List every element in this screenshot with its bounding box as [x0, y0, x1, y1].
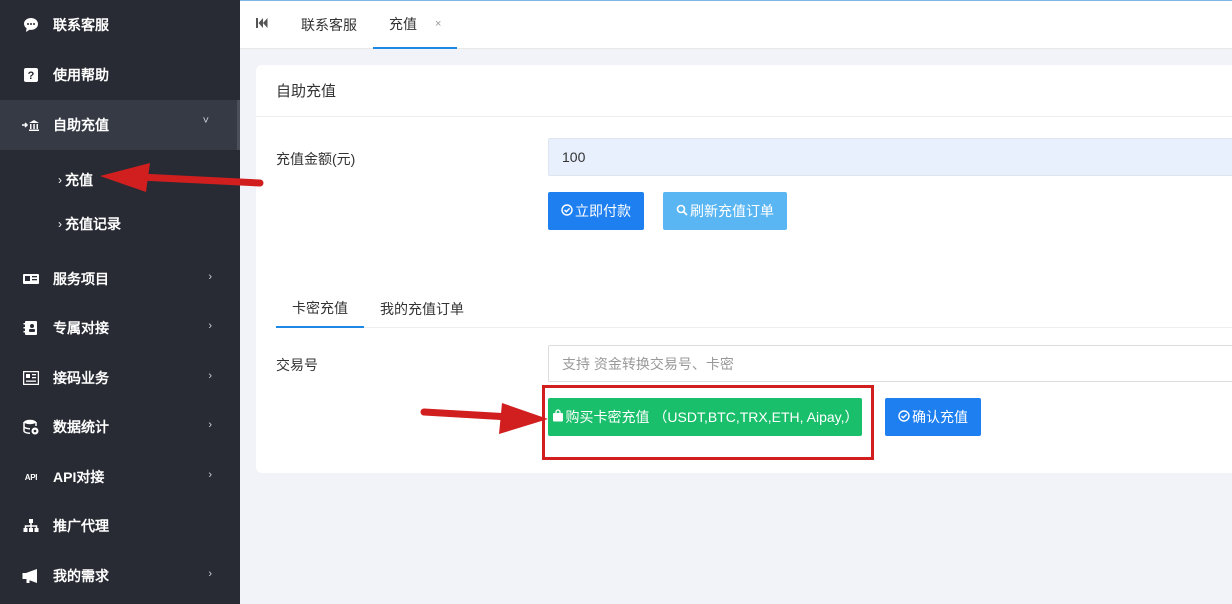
tab-card-recharge[interactable]: 卡密充值	[276, 289, 364, 328]
pay-now-label: 立即付款	[575, 203, 631, 219]
sidebar-item-customer-service[interactable]: 联系客服	[0, 0, 240, 50]
sidebar-item-label: 数据统计	[53, 419, 109, 435]
annotation-highlight-box	[542, 385, 874, 460]
bank-transfer-icon	[22, 116, 40, 134]
check-circle-icon	[898, 409, 910, 425]
sidebar-item-help[interactable]: ? 使用帮助	[0, 50, 240, 100]
sidebar-item-label: 使用帮助	[53, 67, 109, 83]
amount-input[interactable]	[548, 138, 1232, 176]
api-icon: API	[24, 472, 38, 482]
sidebar-item-label: 推广代理	[53, 518, 109, 534]
pay-now-button[interactable]: 立即付款	[548, 192, 644, 230]
chevron-right-icon: ›	[208, 419, 212, 431]
sidebar-item-label: 服务项目	[53, 271, 109, 287]
confirm-recharge-label: 确认充值	[912, 409, 968, 425]
transaction-input[interactable]	[548, 345, 1232, 382]
amount-label: 充值金额(元)	[276, 151, 356, 167]
refresh-orders-button[interactable]: 刷新充值订单	[663, 192, 787, 230]
skip-back-icon[interactable]	[256, 17, 268, 32]
chevron-right-icon: ›	[208, 370, 212, 382]
search-icon	[676, 204, 688, 219]
sidebar-subitem-label: 充值记录	[65, 216, 121, 232]
chevron-right-icon: ›	[208, 271, 212, 283]
help-icon: ?	[22, 66, 40, 84]
sidebar-item-statistics[interactable]: 数据统计 ›	[0, 402, 240, 452]
sidebar-subitem-recharge[interactable]: › 充值	[0, 158, 240, 202]
tab-my-recharge-orders[interactable]: 我的充值订单	[380, 289, 464, 328]
sidebar-item-label: 我的需求	[53, 568, 109, 584]
chat-bubble-icon	[22, 16, 40, 34]
subtab-label: 卡密充值	[292, 299, 348, 316]
phone-book-icon	[22, 319, 40, 337]
sidebar: 联系客服 ? 使用帮助 自助充值 ˅ › 充值 › 充值记录 服务项目 › 专属…	[0, 0, 240, 604]
megaphone-icon	[22, 567, 40, 585]
sidebar-item-promotion[interactable]: 推广代理	[0, 501, 240, 551]
svg-text:?: ?	[28, 70, 35, 82]
check-circle-icon	[561, 203, 573, 219]
tab-recharge[interactable]: 充值 ×	[373, 1, 457, 49]
card-title: 自助充值	[256, 65, 1232, 117]
chevron-right-icon: ›	[208, 320, 212, 332]
confirm-recharge-button[interactable]: 确认充值	[885, 398, 981, 436]
sidebar-item-exclusive[interactable]: 专属对接 ›	[0, 303, 240, 353]
sidebar-item-services[interactable]: 服务项目 ›	[0, 254, 240, 304]
sidebar-item-label: 接码业务	[53, 370, 109, 386]
close-icon[interactable]: ×	[435, 18, 441, 30]
chevron-right-icon: ›	[208, 568, 212, 580]
sidebar-item-label: API对接	[53, 469, 105, 485]
sidebar-subitem-label: 充值	[65, 172, 93, 188]
chevron-right-icon: ›	[58, 217, 62, 231]
refresh-orders-label: 刷新充值订单	[690, 203, 774, 219]
chevron-right-icon: ›	[208, 469, 212, 481]
tab-customer-service[interactable]: 联系客服	[301, 1, 357, 49]
sidebar-item-label: 专属对接	[53, 320, 109, 336]
chevron-down-icon: ˅	[202, 115, 209, 127]
sidebar-item-my-demand[interactable]: 我的需求 ›	[0, 551, 240, 601]
recharge-subtabs: 卡密充值 我的充值订单	[276, 289, 1232, 328]
tab-bar: 联系客服 充值 ×	[240, 0, 1232, 49]
tab-label: 充值	[389, 16, 417, 32]
id-card-icon	[22, 270, 40, 288]
sidebar-item-label: 自助充值	[53, 117, 109, 133]
sidebar-item-label: 联系客服	[53, 17, 109, 33]
subtab-label: 我的充值订单	[380, 300, 464, 317]
sidebar-item-api[interactable]: API API对接 ›	[0, 452, 240, 502]
transaction-label: 交易号	[276, 357, 318, 373]
sidebar-item-self-recharge[interactable]: 自助充值 ˅	[0, 100, 240, 150]
sidebar-item-sms-code[interactable]: 接码业务 ›	[0, 353, 240, 403]
news-icon	[22, 369, 40, 387]
database-icon	[22, 418, 40, 436]
org-chart-icon	[22, 517, 40, 535]
chevron-right-icon: ›	[58, 173, 62, 187]
tab-label: 联系客服	[301, 17, 357, 33]
sidebar-subitem-recharge-records[interactable]: › 充值记录	[0, 202, 240, 246]
